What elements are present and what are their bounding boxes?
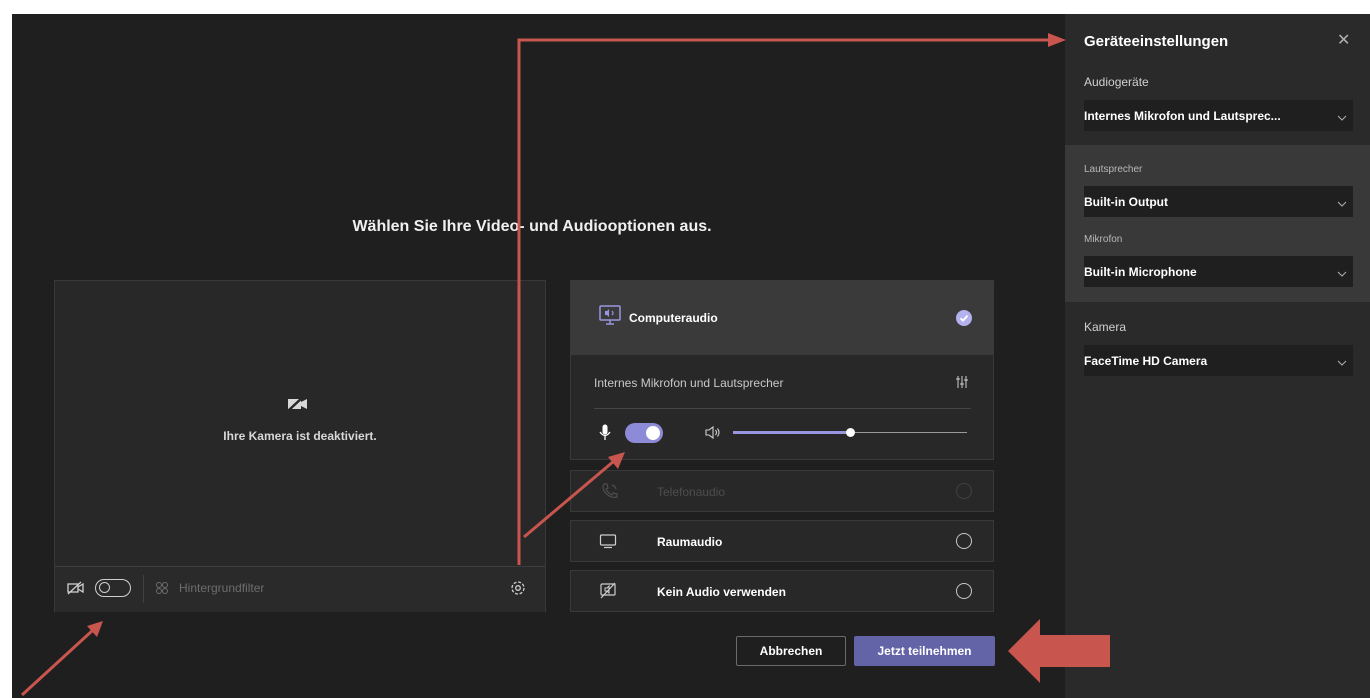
audio-devices-select[interactable]: Internes Mikrofon und Lautsprec...: [1084, 100, 1353, 131]
camera-value: FaceTime HD Camera: [1084, 354, 1208, 368]
camera-select[interactable]: FaceTime HD Camera: [1084, 345, 1353, 376]
option-no-audio-radio[interactable]: [956, 583, 972, 599]
volume-slider-thumb[interactable]: [846, 428, 855, 437]
chevron-down-icon: [1337, 355, 1347, 373]
camera-off-message: Ihre Kamera ist deaktiviert.: [223, 429, 377, 443]
option-room-audio[interactable]: Raumaudio: [570, 520, 994, 562]
page-heading: Wählen Sie Ihre Video- und Audiooptionen…: [352, 218, 712, 235]
computer-audio-header[interactable]: Computeraudio: [571, 281, 993, 355]
selected-check-icon: [956, 310, 972, 331]
panel-title: Geräteeinstellungen: [1084, 33, 1229, 50]
computer-audio-label: Computeraudio: [629, 311, 718, 325]
background-filter-icon: [155, 581, 169, 600]
audio-device-name: Internes Mikrofon und Lautsprecher: [594, 376, 784, 390]
camera-off-icon: [287, 395, 309, 416]
camera-label: Kamera: [1084, 320, 1127, 334]
computer-audio-option[interactable]: Computeraudio Internes Mikrofon und Laut…: [570, 280, 994, 460]
microphone-icon: [599, 424, 611, 446]
join-now-button[interactable]: Jetzt teilnehmen: [854, 636, 995, 666]
camera-toggle[interactable]: [95, 579, 131, 597]
audio-devices-value: Internes Mikrofon und Lautsprec...: [1084, 109, 1281, 123]
computer-audio-icon: [599, 305, 621, 332]
microphone-label: Mikrofon: [1084, 234, 1123, 245]
phone-icon: [601, 482, 619, 505]
option-room-audio-radio[interactable]: [956, 533, 972, 549]
speaker-volume-icon: [705, 425, 721, 444]
microphone-toggle[interactable]: [625, 423, 663, 443]
details-divider: [594, 408, 971, 409]
chevron-down-icon: [1337, 110, 1347, 128]
option-room-audio-label: Raumaudio: [657, 535, 723, 549]
background-filter-button[interactable]: Hintergrundfilter: [179, 581, 264, 595]
device-settings-panel: Geräteeinstellungen ✕ Audiogeräte Intern…: [1065, 14, 1370, 698]
audio-device-details: Lautsprecher Built-in Output Mikrofon Bu…: [1065, 145, 1370, 302]
camera-preview: Ihre Kamera ist deaktiviert. Hintergrund…: [54, 280, 546, 612]
microphone-value: Built-in Microphone: [1084, 265, 1197, 279]
option-phone-audio-radio: [956, 483, 972, 499]
monitor-icon: [599, 532, 617, 555]
option-phone-audio: Telefonaudio: [570, 470, 994, 512]
microphone-select[interactable]: Built-in Microphone: [1084, 256, 1353, 287]
audio-settings-sliders-icon[interactable]: [955, 375, 969, 394]
device-settings-gear-icon[interactable]: [510, 580, 526, 601]
option-no-audio[interactable]: Kein Audio verwenden: [570, 570, 994, 612]
audio-devices-label: Audiogeräte: [1084, 75, 1149, 89]
speaker-value: Built-in Output: [1084, 195, 1168, 209]
speaker-label: Lautsprecher: [1084, 164, 1143, 175]
chevron-down-icon: [1337, 196, 1347, 214]
option-phone-audio-label: Telefonaudio: [657, 485, 726, 499]
close-icon[interactable]: ✕: [1337, 30, 1350, 50]
cancel-button[interactable]: Abbrechen: [736, 636, 846, 666]
camera-off-small-icon: [67, 581, 85, 600]
toolbar-divider: [143, 575, 144, 603]
volume-slider-fill: [733, 431, 850, 434]
volume-slider[interactable]: [733, 428, 967, 437]
camera-toolbar: Hintergrundfilter: [55, 566, 545, 612]
chevron-down-icon: [1337, 266, 1347, 284]
computer-audio-details: Internes Mikrofon und Lautsprecher: [571, 355, 993, 459]
speaker-select[interactable]: Built-in Output: [1084, 186, 1353, 217]
audio-off-icon: [599, 582, 617, 605]
option-no-audio-label: Kein Audio verwenden: [657, 585, 786, 599]
